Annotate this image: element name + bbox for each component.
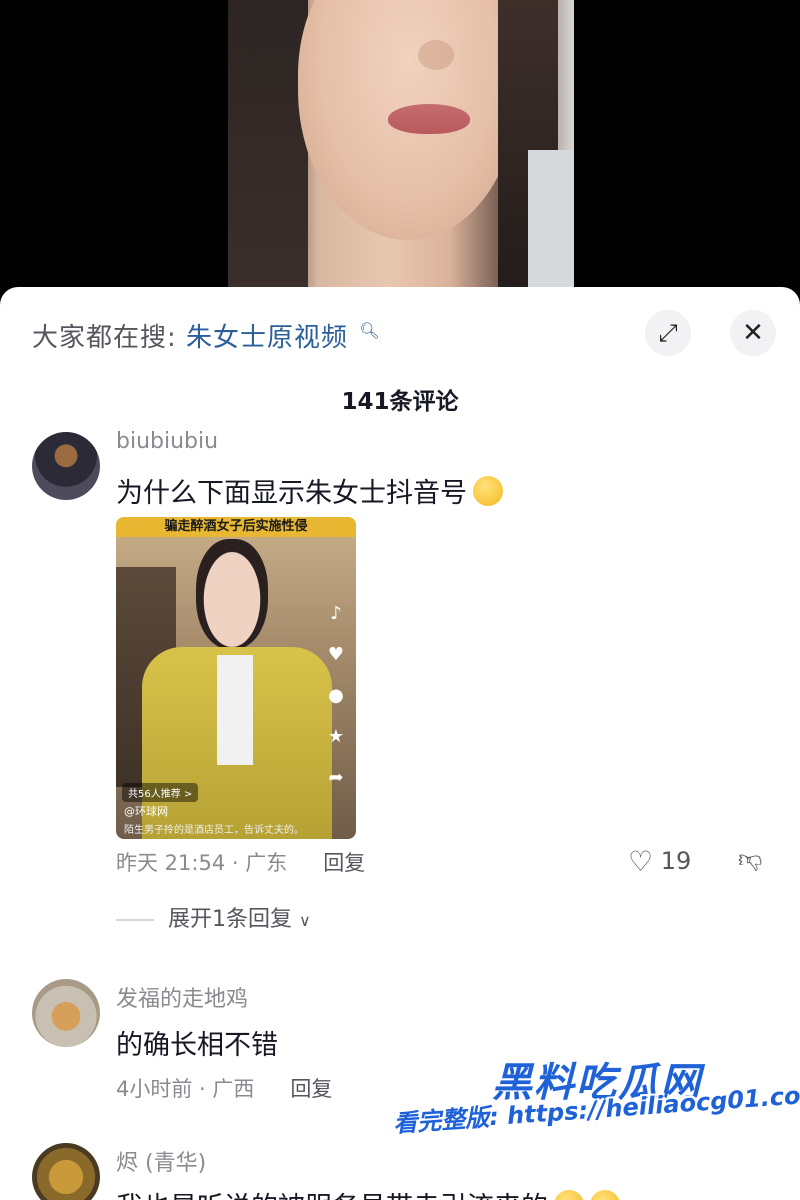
search-suggestion[interactable]: 大家都在搜: 朱女士原视频 🔍︎ <box>32 317 381 354</box>
emoji-icon <box>554 1190 584 1200</box>
star-icon: ★ <box>327 726 345 747</box>
video-hair <box>228 0 308 300</box>
emoji-icon <box>590 1190 620 1200</box>
expand-replies-label: 展开1条回复 <box>168 907 292 932</box>
thumb-caption: 陌生男子拎的是酒店员工，告诉丈夫的。 <box>124 825 304 836</box>
expand-icon: ⤢ <box>658 319 678 347</box>
comment-icon: ● <box>328 685 344 706</box>
dislike-button[interactable]: 👎︎ <box>738 845 762 874</box>
heart-outline-icon: ♡ <box>628 845 654 878</box>
close-button[interactable]: ✕ <box>730 310 776 356</box>
video-lips <box>388 104 470 134</box>
comment-meta: 昨天 21:54 · 广东 回复 <box>116 847 365 877</box>
comment-username[interactable]: biubiubiu <box>116 429 218 454</box>
music-icon: ♪ <box>330 603 342 624</box>
share-icon: ➦ <box>328 767 344 788</box>
chevron-down-icon: ∨ <box>299 911 311 930</box>
comment-text: 我也是听说的被服务员带走引流来的 <box>116 1185 620 1200</box>
thumb-person-head <box>196 539 268 649</box>
thumb-badge: 共56人推荐 > <box>122 783 199 802</box>
video-player[interactable] <box>0 0 800 300</box>
search-icon: 🔍︎ <box>359 321 381 341</box>
comment-time-location: 4小时前 · 广西 <box>116 1077 255 1101</box>
expand-button[interactable]: ⤢ <box>645 310 691 356</box>
like-button[interactable]: ♡ 19 <box>628 845 691 878</box>
reply-button[interactable]: 回复 <box>323 851 365 875</box>
video-shirt <box>528 150 574 300</box>
comment-username[interactable]: 发福的走地鸡 <box>116 981 248 1013</box>
thumb-side-icons: ♪ ♥ ● ★ ➦ <box>324 603 348 788</box>
search-suggestion-term[interactable]: 朱女士原视频 <box>186 323 348 353</box>
video-nose <box>418 40 454 70</box>
thumb-title: 骗走醉酒女子后实施性侵 <box>116 517 356 537</box>
thumb-channel: @环球网 <box>124 805 168 818</box>
close-icon: ✕ <box>742 318 764 348</box>
expand-line <box>116 919 154 921</box>
comment-image[interactable]: 骗走醉酒女子后实施性侵 ♪ ♥ ● ★ ➦ 共56人推荐 > @环球网 陌生男子… <box>116 517 356 839</box>
comment-text-content: 我也是听说的被服务员带走引流来的 <box>116 1192 548 1200</box>
reply-button[interactable]: 回复 <box>290 1077 332 1101</box>
search-suggestion-prefix: 大家都在搜: <box>32 323 177 353</box>
comments-sheet: 大家都在搜: 朱女士原视频 🔍︎ ⤢ ✕ 141条评论 biubiubiu 为什… <box>0 287 800 1200</box>
comment-text: 的确长相不错 <box>116 1030 278 1061</box>
like-count: 19 <box>660 847 692 875</box>
dizzy-emoji-icon <box>473 476 503 506</box>
avatar[interactable] <box>32 1143 100 1200</box>
comment-count: 141条评论 <box>341 389 459 415</box>
thumb-person-shirt <box>217 655 253 765</box>
comment-text: 为什么下面显示朱女士抖音号 <box>116 471 503 510</box>
comment-meta: 4小时前 · 广西 回复 <box>116 1073 332 1103</box>
heart-icon: ♥ <box>327 644 345 665</box>
thumbs-down-icon: 👎︎ <box>738 845 763 873</box>
comment-text-content: 为什么下面显示朱女士抖音号 <box>116 478 467 509</box>
comment-username[interactable]: 烬 (青华) <box>116 1145 206 1177</box>
comment-time-location: 昨天 21:54 · 广东 <box>116 851 288 875</box>
expand-replies-button[interactable]: 展开1条回复 ∨ <box>116 901 311 933</box>
avatar[interactable] <box>32 432 100 500</box>
avatar[interactable] <box>32 979 100 1047</box>
video-frame <box>228 0 574 300</box>
